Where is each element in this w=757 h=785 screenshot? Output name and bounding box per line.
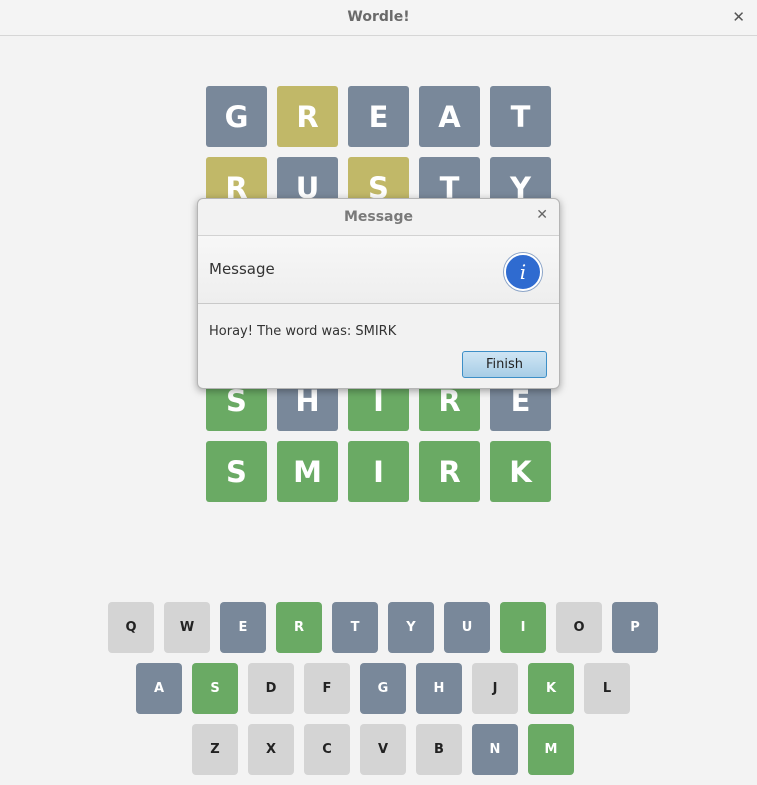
key-b[interactable]: B bbox=[416, 724, 462, 775]
key-c[interactable]: C bbox=[304, 724, 350, 775]
info-icon: i bbox=[504, 253, 542, 291]
letter-tile: I bbox=[348, 441, 409, 502]
letter-tile: K bbox=[490, 441, 551, 502]
key-r[interactable]: R bbox=[276, 602, 322, 653]
letter-tile: S bbox=[206, 441, 267, 502]
key-u[interactable]: U bbox=[444, 602, 490, 653]
key-g[interactable]: G bbox=[360, 663, 406, 714]
key-m[interactable]: M bbox=[528, 724, 574, 775]
letter-tile: R bbox=[277, 86, 338, 147]
message-dialog: Message ✕ Message i Horay! The word was:… bbox=[197, 198, 560, 389]
dialog-header-text: Message bbox=[209, 260, 275, 278]
letter-tile: A bbox=[419, 86, 480, 147]
window-close-icon[interactable]: ✕ bbox=[732, 8, 745, 26]
key-q[interactable]: Q bbox=[108, 602, 154, 653]
key-l[interactable]: L bbox=[584, 663, 630, 714]
letter-tile: G bbox=[206, 86, 267, 147]
key-j[interactable]: J bbox=[472, 663, 518, 714]
key-v[interactable]: V bbox=[360, 724, 406, 775]
dialog-close-icon[interactable]: ✕ bbox=[536, 207, 548, 223]
window-titlebar: Wordle! ✕ bbox=[0, 0, 757, 36]
key-d[interactable]: D bbox=[248, 663, 294, 714]
key-w[interactable]: W bbox=[164, 602, 210, 653]
key-t[interactable]: T bbox=[332, 602, 378, 653]
key-p[interactable]: P bbox=[612, 602, 658, 653]
window-title: Wordle! bbox=[347, 9, 410, 25]
letter-tile: M bbox=[277, 441, 338, 502]
key-x[interactable]: X bbox=[248, 724, 294, 775]
letter-tile: E bbox=[348, 86, 409, 147]
dialog-message: Horay! The word was: SMIRK bbox=[209, 324, 397, 339]
finish-button[interactable]: Finish bbox=[462, 351, 547, 378]
letter-tile: T bbox=[490, 86, 551, 147]
key-y[interactable]: Y bbox=[388, 602, 434, 653]
key-z[interactable]: Z bbox=[192, 724, 238, 775]
key-f[interactable]: F bbox=[304, 663, 350, 714]
key-i[interactable]: I bbox=[500, 602, 546, 653]
key-a[interactable]: A bbox=[136, 663, 182, 714]
key-s[interactable]: S bbox=[192, 663, 238, 714]
key-k[interactable]: K bbox=[528, 663, 574, 714]
key-e[interactable]: E bbox=[220, 602, 266, 653]
letter-tile: R bbox=[419, 441, 480, 502]
dialog-title: Message bbox=[198, 199, 559, 236]
dialog-header: Message i bbox=[198, 236, 559, 304]
key-h[interactable]: H bbox=[416, 663, 462, 714]
key-n[interactable]: N bbox=[472, 724, 518, 775]
key-o[interactable]: O bbox=[556, 602, 602, 653]
